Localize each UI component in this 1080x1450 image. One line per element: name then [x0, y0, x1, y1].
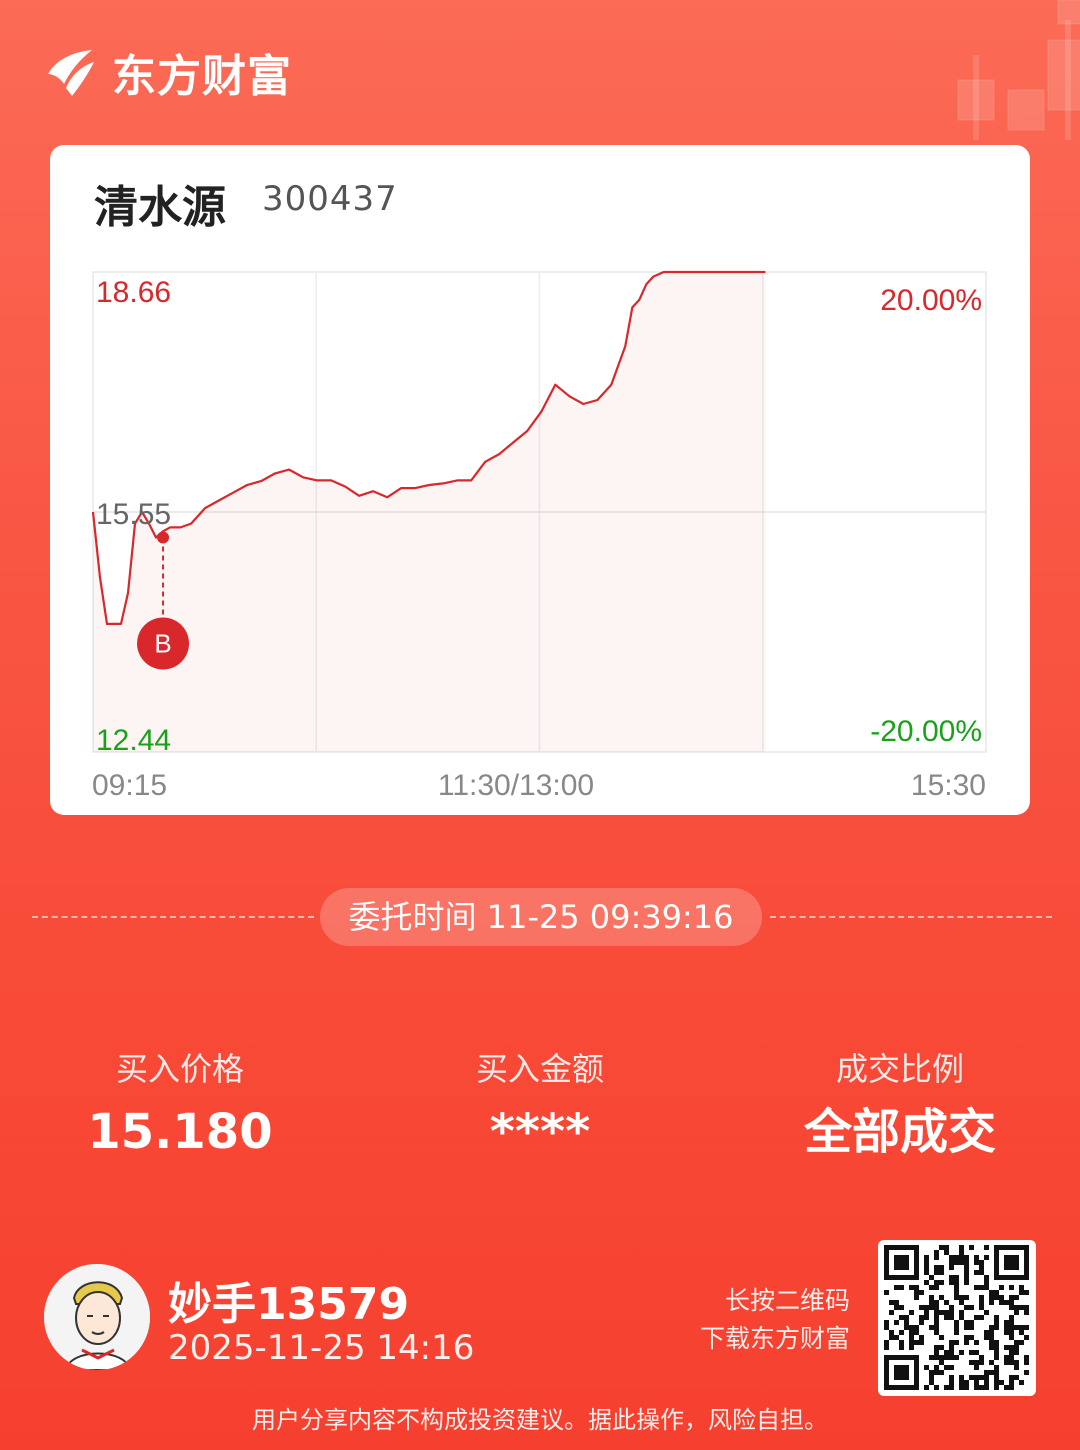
dash-divider-right — [770, 916, 1052, 918]
time-label-open: 09:15 — [92, 769, 167, 802]
stat-label: 买入价格 — [115, 1050, 244, 1088]
qr-hint-line2: 下载东方财富 — [699, 1324, 850, 1353]
avatar[interactable] — [44, 1264, 150, 1370]
avatar-illustration-icon — [44, 1264, 150, 1370]
qr-code[interactable] — [878, 1240, 1036, 1396]
stat-value: 15.180 — [87, 1104, 273, 1160]
stat-buy-price: 买入价格 15.180 — [30, 1046, 330, 1162]
price-label-low: 12.44 — [96, 724, 171, 757]
qr-code-icon — [884, 1245, 1029, 1390]
dash-divider-left — [32, 916, 314, 918]
pct-label-low: -20.00% — [870, 715, 982, 748]
price-label-mid: 15.55 — [96, 498, 171, 531]
share-time: 2025-11-25 14:16 — [168, 1328, 475, 1368]
brand-header: 东方财富 — [42, 40, 292, 104]
qr-hint: 长按二维码 下载东方财富 — [660, 1282, 850, 1358]
order-time-row: 委托时间 11-25 09:39:16 — [32, 888, 1052, 946]
stat-value: **** — [489, 1104, 591, 1160]
time-label-midday: 11:30/13:00 — [438, 769, 594, 802]
pct-label-high: 20.00% — [880, 284, 982, 317]
user-name[interactable]: 妙手13579 — [168, 1268, 409, 1332]
buy-marker-label: B — [154, 628, 171, 658]
intraday-chart: 18.66 15.55 12.44 20.00% -20.00% 09:15 1… — [91, 270, 987, 802]
stat-label: 买入金额 — [475, 1050, 604, 1088]
price-label-high: 18.66 — [96, 276, 171, 309]
stat-value: 全部成交 — [803, 1104, 996, 1160]
buy-marker-dot — [157, 531, 170, 544]
eastmoney-logo-icon — [48, 50, 94, 96]
qr-hint-line1: 长按二维码 — [724, 1286, 850, 1315]
stat-buy-amount: 买入金额 **** — [390, 1046, 690, 1162]
stock-chart-card[interactable]: 清水源 300437 18.66 15.55 12.44 20.00% -20.… — [50, 145, 1030, 815]
brand-name: 东方财富 — [112, 51, 292, 102]
time-label-close: 15:30 — [911, 769, 986, 802]
disclaimer: 用户分享内容不构成投资建议。据此操作，风险自担。 — [252, 1406, 828, 1434]
order-time-pill: 委托时间 11-25 09:39:16 — [320, 888, 762, 946]
candlestick-decoration — [957, 0, 1080, 140]
stat-fill-ratio: 成交比例 全部成交 — [750, 1046, 1050, 1162]
stat-label: 成交比例 — [835, 1050, 964, 1088]
